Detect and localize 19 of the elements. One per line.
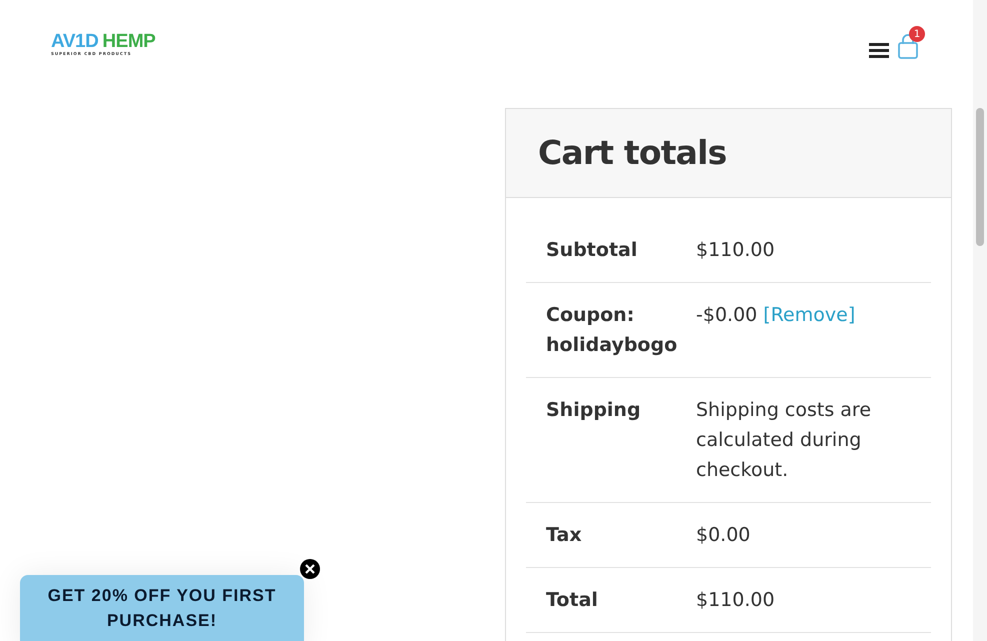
row-value: -$0.00	[696, 304, 758, 326]
promo-text: GET 20% OFF YOU FIRST PURCHASE!	[46, 585, 278, 632]
row-value: $110.00	[696, 239, 775, 261]
row-label: Total	[546, 589, 598, 611]
row-value: $110.00	[696, 589, 775, 611]
logo-text: AV1D	[51, 32, 98, 51]
logo-text: HEMP	[102, 32, 156, 51]
promo-banner[interactable]: GET 20% OFF YOU FIRST PURCHASE!	[20, 575, 304, 641]
row-label: Shipping	[546, 399, 641, 421]
close-icon[interactable]	[300, 559, 320, 579]
row-value: Shipping costs are calculated during checkout.	[696, 399, 872, 481]
cart-count-badge: 1	[909, 26, 925, 42]
row-label: Subtotal	[546, 239, 638, 261]
menu-icon[interactable]	[869, 42, 889, 58]
row-value: $0.00	[696, 524, 750, 546]
panel-title: Cart totals	[538, 132, 726, 174]
row-label: Tax	[546, 524, 582, 546]
row-label: Coupon: holidaybogo	[546, 304, 678, 356]
scrollbar-thumb[interactable]	[976, 108, 984, 246]
